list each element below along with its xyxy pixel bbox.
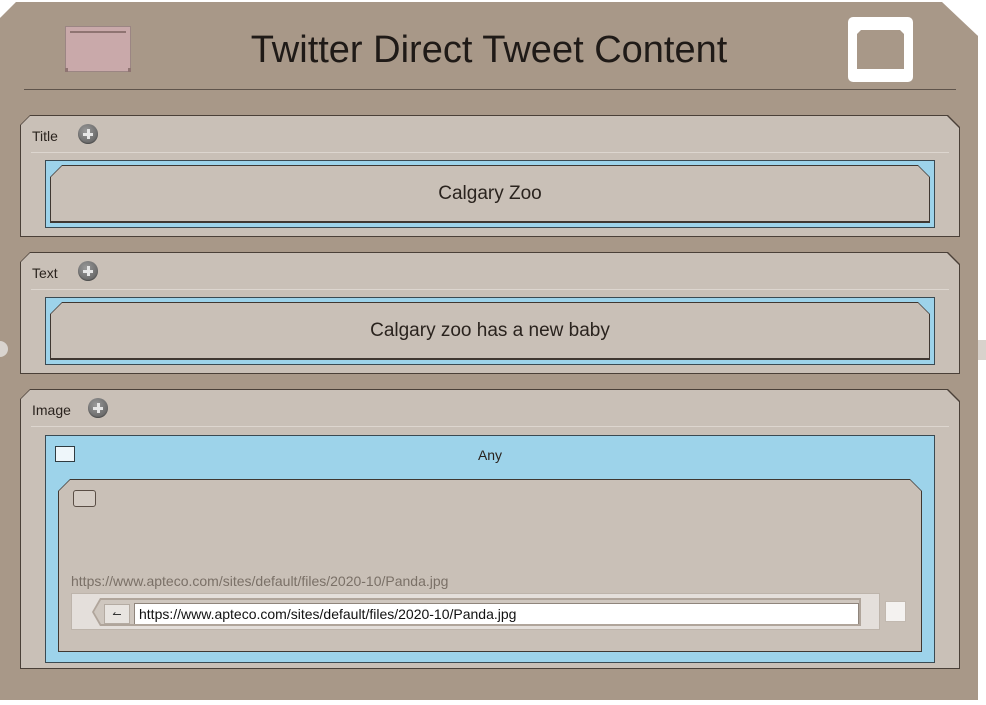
title-panel-label: Title xyxy=(32,128,58,144)
url-back-button[interactable]: ↼ xyxy=(104,604,130,624)
url-confirm-checkbox[interactable] xyxy=(885,601,906,622)
close-window-button[interactable] xyxy=(848,17,913,82)
tweet-content-dialog: Twitter Direct Tweet Content Title Calga… xyxy=(0,2,978,700)
image-placeholder-icon xyxy=(73,490,96,507)
page-title: Twitter Direct Tweet Content xyxy=(250,29,728,71)
image-url-input[interactable] xyxy=(134,603,859,625)
text-value-container: Calgary zoo has a new baby xyxy=(45,297,935,365)
text-panel-label: Text xyxy=(32,265,58,281)
text-value-field[interactable]: Calgary zoo has a new baby xyxy=(50,302,930,360)
image-card: https://www.apteco.com/sites/default/fil… xyxy=(58,479,922,652)
title-value-field[interactable]: Calgary Zoo xyxy=(50,165,930,223)
image-selector-container: Any https://www.apteco.com/sites/default… xyxy=(45,435,935,663)
panel-divider xyxy=(31,289,949,290)
panel-divider xyxy=(31,426,949,427)
image-url-text: https://www.apteco.com/sites/default/fil… xyxy=(71,573,449,589)
add-text-plus-icon[interactable] xyxy=(78,261,98,281)
right-edge-handle xyxy=(978,340,986,360)
image-url-bar: ↼ xyxy=(71,593,880,630)
panel-divider xyxy=(31,152,949,153)
title-value-text: Calgary Zoo xyxy=(51,166,929,221)
title-panel: Title Calgary Zoo xyxy=(20,115,960,237)
title-value-container: Calgary Zoo xyxy=(45,160,935,228)
text-panel: Text Calgary zoo has a new baby xyxy=(20,252,960,374)
add-image-plus-icon[interactable] xyxy=(88,398,108,418)
image-panel-label: Image xyxy=(32,402,71,418)
close-window-icon xyxy=(857,30,904,69)
any-label: Any xyxy=(477,447,503,463)
text-value-text: Calgary zoo has a new baby xyxy=(51,303,929,358)
header-divider xyxy=(24,89,956,90)
image-panel: Image Any https://www.apteco.com/sites/d… xyxy=(20,389,960,669)
add-title-plus-icon[interactable] xyxy=(78,124,98,144)
